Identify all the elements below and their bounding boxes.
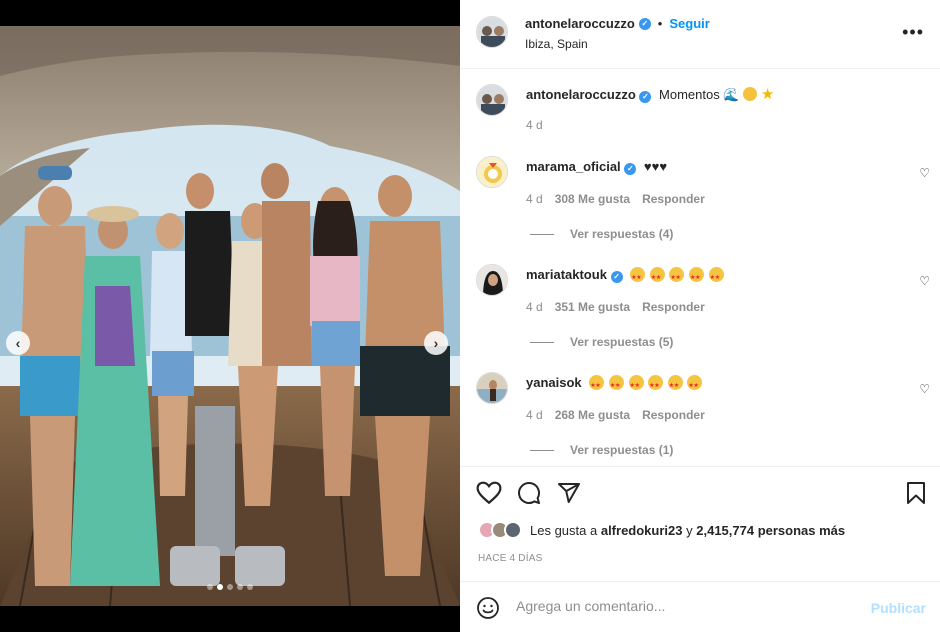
view-replies-label: Ver respuestas (4) [570,227,674,241]
verified-badge-icon: ✓ [639,91,652,103]
star-struck-emoji-icon [648,375,664,395]
commenter-username[interactable]: mariataktouk [526,267,607,282]
carousel-prev-button[interactable]: ‹ [6,331,30,355]
commenter-username[interactable]: yanaisok [526,375,582,390]
comment-bubble-icon[interactable] [517,481,541,508]
caption-meta: 4 d [526,118,543,132]
author-avatar[interactable] [476,16,508,48]
replies-divider-line [530,449,554,451]
liker-avatar [504,521,522,539]
commenter-avatar[interactable] [476,156,508,188]
star-struck-emoji-icon [689,267,705,287]
view-replies-label: Ver respuestas (1) [570,443,674,457]
view-replies-button[interactable]: Ver respuestas (4) [530,227,673,241]
post-header: antonelaroccuzzo ✓ • Seguir Ibiza, Spain… [460,0,940,69]
replies-divider-line [530,341,554,343]
verified-badge-icon: ✓ [638,17,651,30]
add-comment-bar: Publicar [460,581,940,632]
share-paper-plane-icon[interactable] [557,481,581,508]
like-comment-heart-icon[interactable]: ♡ [919,274,930,288]
post-location[interactable]: Ibiza, Spain [525,37,588,51]
likes-prefix: Les gusta a [530,522,598,538]
star-struck-emoji-icon [669,267,685,287]
comment-emoji-row [630,267,725,287]
comment-meta: 4 d 268 Me gusta Responder [526,408,705,422]
commenter-avatar[interactable] [476,372,508,404]
comment-likes-count[interactable]: 268 Me gusta [555,408,630,422]
post-side-panel: antonelaroccuzzo ✓ • Seguir Ibiza, Spain… [460,0,940,632]
follow-button[interactable]: Seguir [669,16,709,31]
likes-count[interactable]: 2,415,774 personas más [696,523,845,538]
comment-text: ♥♥♥ [643,159,668,174]
post-timestamp[interactable]: HACE 4 DÍAS [478,553,542,564]
comment-input[interactable] [516,598,856,614]
reply-button[interactable]: Responder [642,408,705,422]
separator-dot: • [657,16,663,31]
caption-username[interactable]: antonelaroccuzzo [526,87,636,102]
verified-badge-icon: ✓ [624,163,637,175]
reply-button[interactable]: Responder [642,192,705,206]
comments-list[interactable]: antonelaroccuzzo ✓ Momentos 🌊 ★ 4 d mara… [460,70,940,465]
star-struck-emoji-icon [649,267,665,287]
view-replies-label: Ver respuestas (5) [570,335,674,349]
publish-button[interactable]: Publicar [871,600,926,616]
comment-meta: 4 d 351 Me gusta Responder [526,300,705,314]
comment-likes-count[interactable]: 308 Me gusta [555,192,630,206]
star-struck-emoji-icon [630,267,646,287]
likers-avatars[interactable] [478,521,522,539]
view-replies-button[interactable]: Ver respuestas (5) [530,335,673,349]
comment-meta: 4 d 308 Me gusta Responder [526,192,705,206]
carousel-indicators [0,584,460,590]
star-struck-emoji-icon [608,375,624,395]
comment-emoji-row [589,375,703,395]
commenter-username[interactable]: marama_oficial [526,159,621,174]
emoji-picker-smile-icon[interactable] [476,596,500,623]
carousel-dot [227,584,233,590]
chevron-left-icon: ‹ [15,335,21,351]
post-photo[interactable]: ‹ › [0,26,460,606]
carousel-dot-active [217,584,223,590]
caption-text: Momentos [659,87,720,102]
like-heart-icon[interactable] [476,481,502,508]
comment-likes-count[interactable]: 351 Me gusta [555,300,630,314]
sun-emoji-icon [743,87,758,101]
caption-avatar[interactable] [476,84,508,116]
comment-time: 4 d [526,300,543,314]
star-struck-emoji-icon [687,375,703,395]
star-emoji-icon: ★ [760,86,775,103]
commenter-avatar[interactable] [476,264,508,296]
more-options-icon[interactable]: ••• [902,23,924,41]
carousel-next-button[interactable]: › [424,331,448,355]
likes-summary: Les gusta a alfredokuri23 y 2,415,774 pe… [478,521,845,539]
replies-divider-line [530,233,554,235]
likes-connector: y [686,522,693,538]
like-comment-heart-icon[interactable]: ♡ [919,166,930,180]
comment-time: 4 d [526,408,543,422]
verified-badge-icon: ✓ [610,271,623,283]
view-replies-button[interactable]: Ver respuestas (1) [530,443,673,457]
wave-emoji-icon: 🌊 [723,87,740,102]
star-struck-emoji-icon [589,375,605,395]
likes-highlight-user[interactable]: alfredokuri23 [601,523,683,538]
star-struck-emoji-icon [667,375,683,395]
star-struck-emoji-icon [628,375,644,395]
chevron-right-icon: › [433,335,439,351]
author-username[interactable]: antonelaroccuzzo [525,16,635,31]
post-media: ‹ › [0,0,460,632]
save-bookmark-icon[interactable] [906,481,926,508]
reply-button[interactable]: Responder [642,300,705,314]
star-struck-emoji-icon [708,267,724,287]
like-comment-heart-icon[interactable]: ♡ [919,382,930,396]
carousel-dot [237,584,243,590]
carousel-dot [247,584,253,590]
caption-time: 4 d [526,118,543,132]
comment-time: 4 d [526,192,543,206]
carousel-dot [207,584,213,590]
